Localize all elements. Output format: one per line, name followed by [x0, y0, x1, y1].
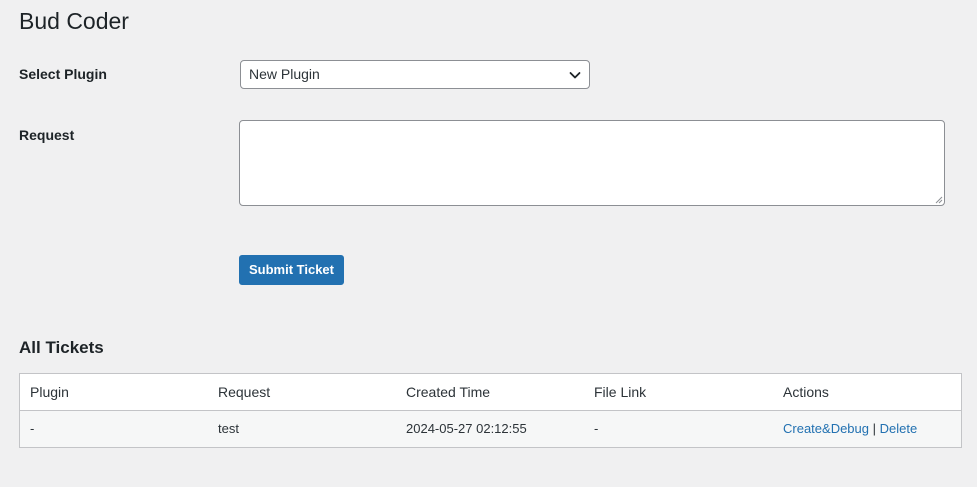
- chevron-down-icon: [569, 72, 581, 79]
- column-header-created-time: Created Time: [406, 384, 491, 400]
- column-header-request: Request: [218, 384, 271, 400]
- cell-request: test: [218, 421, 239, 436]
- table-header: Plugin Request Created Time File Link Ac…: [20, 374, 961, 411]
- cell-plugin: -: [30, 421, 35, 436]
- submit-ticket-button[interactable]: Submit Ticket: [239, 255, 344, 285]
- cell-created-time: 2024-05-27 02:12:55: [406, 421, 527, 436]
- column-header-file-link: File Link: [594, 384, 647, 400]
- create-debug-link[interactable]: Create&Debug: [783, 421, 869, 436]
- cell-actions: Create&Debug | Delete: [783, 411, 917, 447]
- action-separator: |: [872, 421, 877, 436]
- request-label: Request: [19, 127, 75, 143]
- tickets-table: Plugin Request Created Time File Link Ac…: [19, 373, 962, 448]
- plugin-select[interactable]: New Plugin: [240, 60, 590, 89]
- page-title: Bud Coder: [19, 8, 129, 34]
- plugin-select-value: New Plugin: [249, 66, 320, 82]
- delete-link[interactable]: Delete: [880, 421, 918, 436]
- resize-grip-icon[interactable]: [934, 195, 943, 204]
- column-header-actions: Actions: [783, 384, 829, 400]
- bud-coder-page: Bud Coder Select Plugin New Plugin Reque…: [0, 0, 977, 487]
- request-textarea[interactable]: [239, 120, 945, 206]
- select-plugin-label: Select Plugin: [19, 66, 107, 82]
- cell-file-link: -: [594, 421, 599, 436]
- column-header-plugin: Plugin: [30, 384, 69, 400]
- all-tickets-heading: All Tickets: [19, 338, 104, 357]
- table-row: - test 2024-05-27 02:12:55 - Create&Debu…: [20, 411, 961, 447]
